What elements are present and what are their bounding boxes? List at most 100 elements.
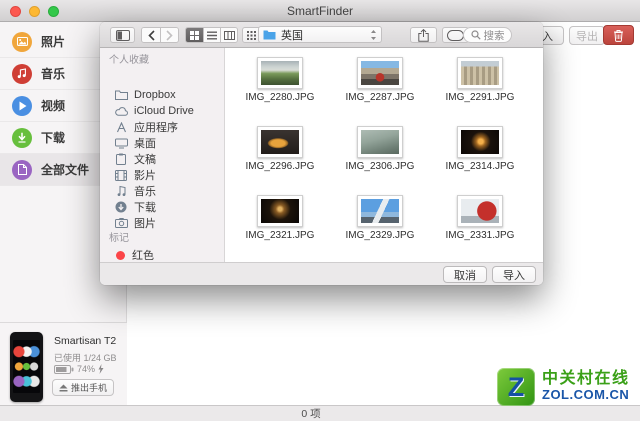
phone-image — [10, 332, 43, 402]
cancel-button[interactable]: 取消 — [443, 266, 487, 283]
applications-icon — [114, 122, 128, 133]
sidebar-item-dropbox[interactable]: Dropbox — [109, 87, 224, 103]
location-dropdown[interactable]: 英国 — [258, 26, 382, 43]
eject-icon — [59, 384, 68, 392]
file-name: IMG_2314.JPG — [435, 161, 525, 172]
tag-icon — [447, 30, 464, 41]
search-placeholder: 搜索 — [484, 28, 505, 43]
camera-icon — [114, 218, 128, 228]
file-thumbnail — [357, 126, 403, 158]
location-label: 英国 — [281, 27, 365, 43]
watermark-title: 中关村在线 — [542, 371, 630, 388]
document-icon — [12, 160, 32, 180]
documents-icon — [114, 153, 128, 165]
file-thumbnail — [257, 126, 303, 158]
sidebar-toggle-icon — [116, 30, 130, 41]
sidebar-item-downloads[interactable]: 下载 — [109, 199, 224, 215]
sidebar-item-icloud-drive[interactable]: iCloud Drive — [109, 103, 224, 119]
sidebar-item-label: 桌面 — [134, 135, 156, 151]
toggle-sidebar-button[interactable] — [110, 27, 135, 43]
sidebar-item-label: 影片 — [134, 167, 156, 183]
sidebar-item-music[interactable]: 音乐 — [109, 183, 224, 199]
status-bar: 0 项 — [0, 405, 640, 421]
zol-watermark: Z 中关村在线 ZOL.COM.CN — [497, 368, 630, 406]
sidebar-item-label: 全部文件 — [41, 161, 89, 178]
file-thumbnail — [257, 57, 303, 89]
app-window: SmartFinder 照片 音乐 视频 下载 — [0, 0, 640, 421]
share-icon — [418, 29, 429, 42]
file-item[interactable]: IMG_2321.JPG — [235, 195, 325, 253]
file-thumbnail — [457, 57, 503, 89]
device-battery: 74% — [54, 364, 104, 374]
dialog-toolbar: 英国 搜索 — [100, 22, 543, 48]
red-tag-icon — [116, 251, 125, 260]
file-name: IMG_2331.JPG — [435, 230, 525, 241]
sidebar-item-label: 应用程序 — [134, 119, 178, 135]
sidebar-item-label: 文稿 — [134, 151, 156, 167]
charging-bolt-icon — [98, 364, 104, 374]
file-name: IMG_2287.JPG — [335, 92, 425, 103]
list-view-button[interactable] — [203, 28, 220, 42]
back-button[interactable] — [142, 28, 160, 42]
file-thumbnail — [457, 126, 503, 158]
sidebar-item-label: Dropbox — [134, 89, 176, 101]
sidebar-item-pictures[interactable]: 图片 — [109, 215, 224, 231]
file-item[interactable]: IMG_2291.JPG — [435, 57, 525, 115]
folder-icon — [263, 30, 276, 40]
column-view-icon — [224, 31, 235, 40]
zol-logo: Z — [497, 368, 535, 406]
sidebar-item-documents[interactable]: 文稿 — [109, 151, 224, 167]
play-icon — [12, 96, 32, 116]
dialog-sidebar: 个人收藏 Dropbox iCloud Drive 应用程序 桌面 文稿 — [100, 48, 225, 262]
delete-button[interactable] — [603, 25, 634, 45]
film-icon — [114, 170, 128, 181]
file-open-dialog: 英国 搜索 个人收藏 Dropbox iCloud Dri — [100, 22, 543, 285]
file-item[interactable]: IMG_2287.JPG — [335, 57, 425, 115]
file-item[interactable]: IMG_2314.JPG — [435, 126, 525, 184]
close-window-button[interactable] — [10, 6, 21, 17]
file-name: IMG_2321.JPG — [235, 230, 325, 241]
column-view-button[interactable] — [220, 28, 237, 42]
tag-item-red[interactable]: 红色 — [109, 247, 224, 262]
sidebar-item-label: iCloud Drive — [134, 105, 194, 117]
file-name: IMG_2291.JPG — [435, 92, 525, 103]
minimize-window-button[interactable] — [29, 6, 40, 17]
share-button[interactable] — [410, 27, 437, 43]
dialog-import-button[interactable]: 导入 — [492, 266, 536, 283]
tag-label: 红色 — [132, 247, 154, 262]
icon-view-button[interactable] — [186, 28, 203, 42]
search-icon — [471, 30, 481, 40]
sidebar-item-applications[interactable]: 应用程序 — [109, 119, 224, 135]
desktop-icon — [114, 138, 128, 149]
device-storage-usage: 已使用 1/24 GB — [54, 351, 117, 364]
updown-chevrons-icon — [370, 29, 377, 41]
zoom-window-button[interactable] — [48, 6, 59, 17]
file-name: IMG_2329.JPG — [335, 230, 425, 241]
file-item[interactable]: IMG_2329.JPG — [335, 195, 425, 253]
sidebar-item-label: 图片 — [134, 215, 156, 231]
export-button[interactable]: 导出 — [569, 26, 605, 45]
eject-label: 推出手机 — [71, 381, 107, 394]
favorites-header: 个人收藏 — [109, 54, 224, 68]
eject-phone-button[interactable]: 推出手机 — [52, 379, 114, 396]
file-item[interactable]: IMG_2280.JPG — [235, 57, 325, 115]
file-thumbnail — [457, 195, 503, 227]
file-name: IMG_2296.JPG — [235, 161, 325, 172]
battery-percent: 74% — [77, 364, 95, 374]
download-icon — [12, 128, 32, 148]
music-note-icon — [114, 185, 128, 197]
photos-icon — [12, 32, 32, 52]
traffic-lights — [10, 6, 59, 17]
search-input[interactable]: 搜索 — [463, 27, 512, 43]
sidebar-item-label: 音乐 — [134, 183, 156, 199]
sidebar-item-desktop[interactable]: 桌面 — [109, 135, 224, 151]
file-item[interactable]: IMG_2296.JPG — [235, 126, 325, 184]
sidebar-item-label: 下载 — [134, 199, 156, 215]
forward-button[interactable] — [160, 28, 178, 42]
download-circle-icon — [114, 201, 128, 213]
sidebar-item-movies[interactable]: 影片 — [109, 167, 224, 183]
folder-icon — [114, 90, 128, 100]
file-item[interactable]: IMG_2306.JPG — [335, 126, 425, 184]
window-title: SmartFinder — [287, 4, 353, 18]
file-item[interactable]: IMG_2331.JPG — [435, 195, 525, 253]
